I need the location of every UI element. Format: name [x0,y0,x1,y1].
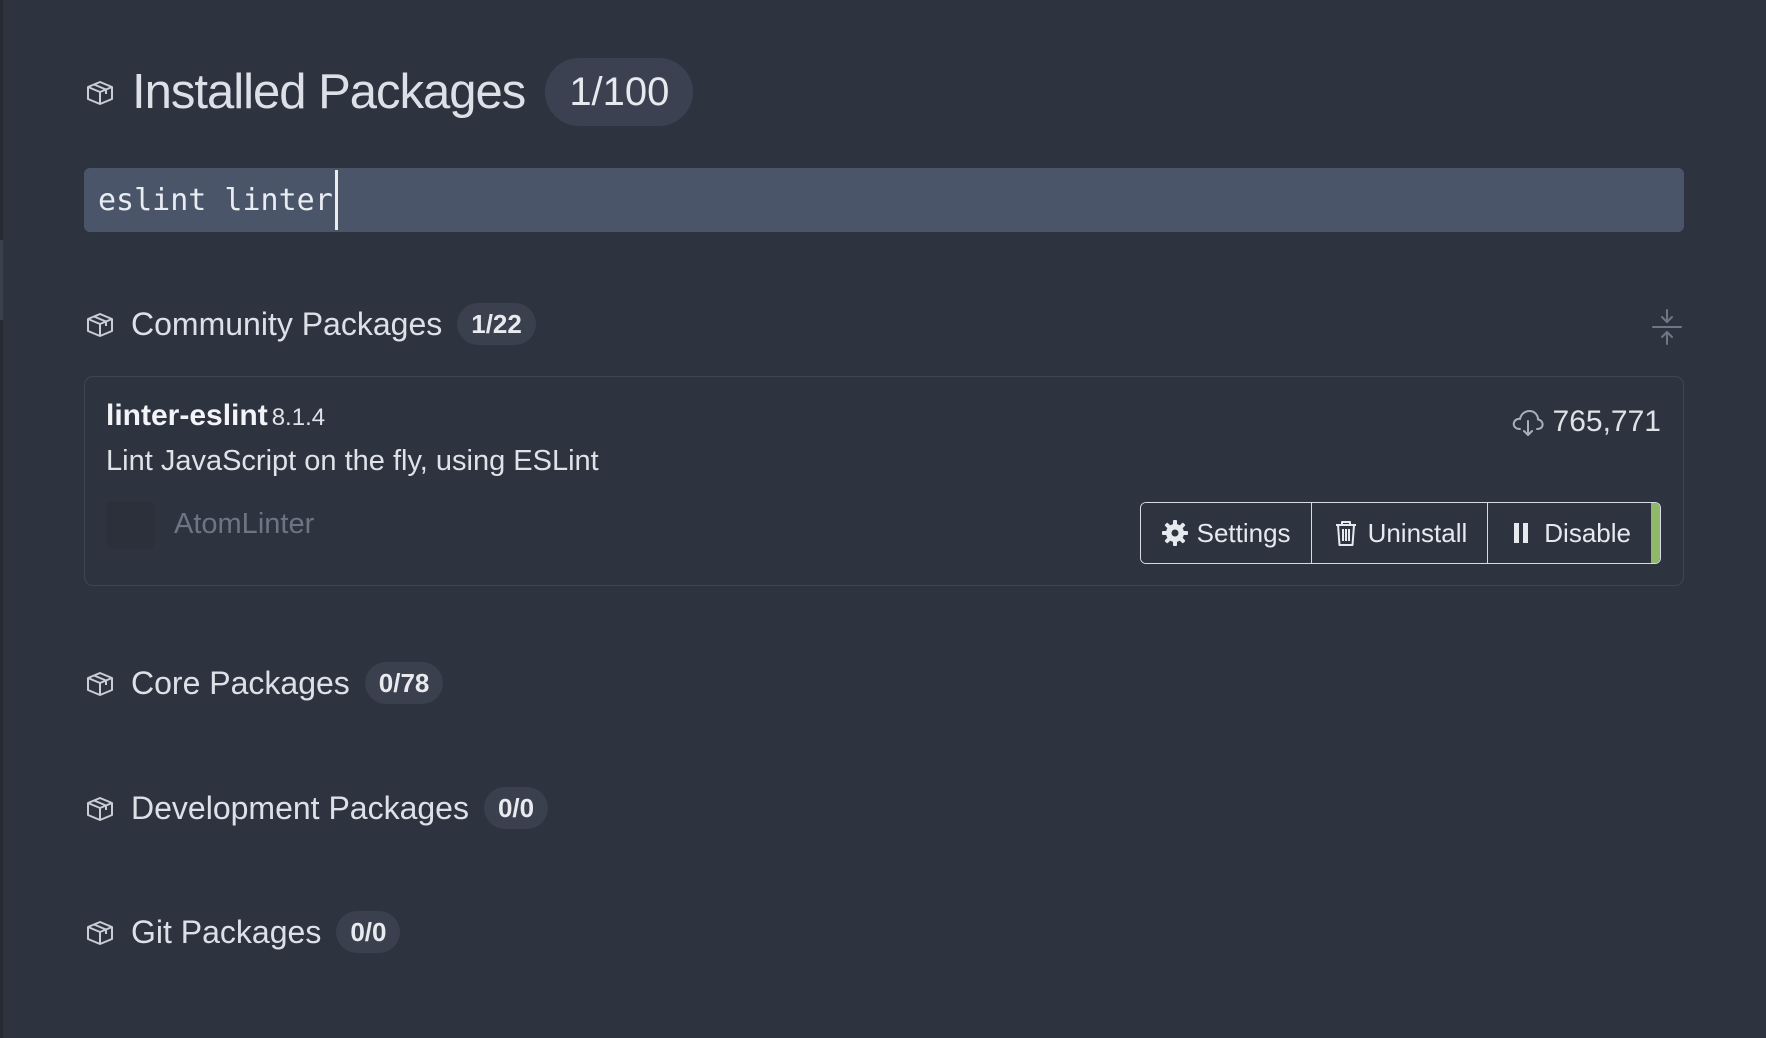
fold-icon[interactable] [1650,308,1684,346]
section-count-badge: 0/0 [483,787,549,829]
uninstall-label: Uninstall [1367,517,1468,548]
package-description: Lint JavaScript on the fly, using ESLint [106,445,599,477]
download-count-value: 765,771 [1552,405,1661,438]
section-title: Development Packages [131,789,469,826]
avatar[interactable] [106,501,154,549]
disable-button[interactable]: Disable [1487,503,1651,563]
section-development-packages[interactable]: Development Packages 0/0 [84,787,549,829]
page-title: Installed Packages [132,65,526,119]
package-icon [84,667,116,699]
section-git-packages[interactable]: Git Packages 0/0 [84,911,401,953]
package-name[interactable]: linter-eslint [106,399,268,432]
section-title: Git Packages [131,913,322,950]
package-author[interactable]: AtomLinter [174,508,314,541]
section-title: Community Packages [131,305,443,342]
package-search-input[interactable]: eslint linter [84,168,1684,232]
package-card[interactable]: linter-eslint 8.1.4 Lint JavaScript on th… [84,376,1684,586]
section-core-packages[interactable]: Core Packages 0/78 [84,662,444,704]
pause-icon [1514,523,1529,543]
text-cursor [334,170,338,230]
section-title: Core Packages [131,664,350,701]
uninstall-button[interactable]: Uninstall [1310,503,1488,563]
settings-label: Settings [1196,517,1291,548]
package-icon [84,916,116,948]
section-count-badge: 0/0 [336,911,401,953]
gear-icon [1161,520,1188,546]
disable-label: Disable [1544,517,1631,548]
download-count: 765,771 [1511,405,1661,439]
section-count-badge: 0/78 [364,662,444,704]
installed-count-badge: 1/100 [545,58,694,126]
trash-icon [1335,521,1356,546]
package-icon [84,308,116,340]
package-version: 8.1.4 [271,404,326,431]
section-count-badge: 1/22 [457,303,536,345]
page-header: Installed Packages 1/100 [84,58,694,126]
package-icon [84,76,116,108]
package-name-line: linter-eslint 8.1.4 [106,399,325,433]
cloud-download-icon [1512,410,1544,436]
section-community-packages[interactable]: Community Packages 1/22 [84,303,536,345]
left-panel-edge [0,0,3,1038]
package-icon [84,792,116,824]
package-actions: Settings Uninstall Disable [1139,502,1661,564]
enabled-status-indicator [1651,503,1660,563]
settings-button[interactable]: Settings [1140,503,1311,563]
search-query-text: eslint linter [98,182,333,218]
resize-handle[interactable] [0,240,3,320]
